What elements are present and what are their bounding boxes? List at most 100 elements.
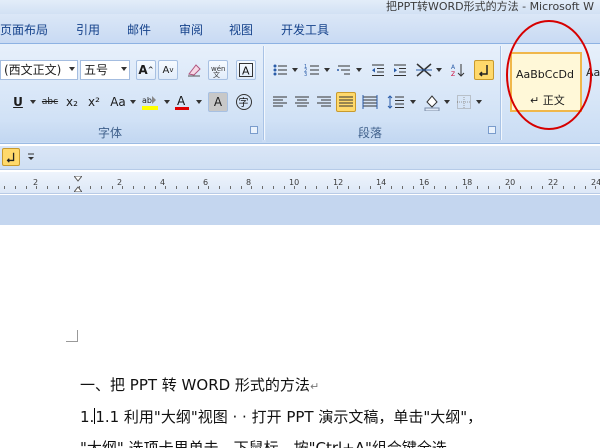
ruler-tick	[187, 186, 188, 189]
svg-text:A: A	[177, 94, 186, 108]
align-right-icon[interactable]	[314, 92, 334, 112]
doc-heading[interactable]: 一、把 PPT 转 WORD 形式的方法↵	[80, 374, 319, 395]
svg-text:ab: ab	[142, 96, 152, 105]
svg-text:A: A	[451, 64, 456, 71]
ruler-tick	[359, 186, 360, 189]
ruler-number: 16	[419, 178, 430, 187]
chevron-down-icon	[356, 68, 362, 72]
document-background	[0, 195, 600, 225]
char-border-button[interactable]: A	[236, 60, 256, 80]
doc-paragraph-line-1[interactable]: 1.1.1 利用"大纲"视图 · · 打开 PPT 演示文稿，单击"大纲"，	[80, 406, 482, 427]
font-color-icon[interactable]: A	[172, 92, 192, 112]
ruler-tick	[380, 186, 381, 189]
customize-toolbar-icon[interactable]	[24, 148, 38, 166]
ruler-tick	[466, 186, 467, 189]
tab-view[interactable]: 视图	[229, 21, 253, 38]
grow-font-button[interactable]: A ^	[136, 60, 156, 80]
justify-icon[interactable]	[336, 92, 356, 112]
doc-paragraph-line-2[interactable]: "大纲" 选项卡里单击，下鼠标，按"Ctrl+A"组合键全选	[80, 437, 447, 448]
align-left-icon[interactable]	[270, 92, 290, 112]
indent-marker-icon[interactable]	[72, 175, 84, 193]
tab-mailings[interactable]: 邮件	[127, 21, 151, 38]
ruler-tick	[531, 186, 532, 189]
font-group-label: 字体	[97, 126, 122, 140]
ruler-tick	[198, 186, 199, 189]
change-case-button[interactable]: Aa	[108, 92, 128, 112]
numbering-icon[interactable]: 123	[302, 60, 322, 80]
tab-page-layout[interactable]: 页面布局	[0, 21, 48, 38]
ruler-tick	[112, 186, 113, 189]
ruler-tick	[176, 186, 177, 189]
ruler-tick	[552, 186, 553, 189]
ruler-tick	[101, 186, 102, 189]
clear-format-icon[interactable]	[184, 60, 204, 80]
tab-review[interactable]: 审阅	[179, 21, 203, 38]
tab-references[interactable]: 引用	[76, 21, 100, 38]
chevron-down-icon	[196, 100, 202, 104]
chevron-down-icon	[30, 100, 36, 104]
ruler-tick	[262, 186, 263, 189]
ruler-number: 22	[548, 178, 559, 187]
bullets-icon[interactable]	[270, 60, 290, 80]
quick-access-toolbar	[0, 146, 600, 170]
chevron-down-icon	[121, 67, 127, 71]
margin-corner-mark	[66, 330, 78, 342]
ruler-tick	[26, 186, 27, 189]
decrease-indent-icon[interactable]	[368, 60, 388, 80]
strikethrough-button[interactable]: abc	[40, 92, 60, 112]
highlight-color-icon[interactable]: ab	[140, 92, 160, 112]
asian-layout-icon[interactable]	[414, 60, 434, 80]
chevron-down-icon	[436, 68, 442, 72]
subscript-button[interactable]: x₂	[62, 92, 82, 112]
underline-button[interactable]: U	[8, 92, 28, 112]
font-size-value: 五号	[84, 63, 109, 77]
svg-text:3: 3	[304, 72, 307, 78]
multilevel-list-icon[interactable]	[334, 60, 354, 80]
show-formatting-marks-icon[interactable]	[2, 148, 20, 166]
ruler-tick	[456, 186, 457, 189]
font-dialog-launcher[interactable]	[250, 126, 258, 134]
align-center-icon[interactable]	[292, 92, 312, 112]
borders-icon[interactable]	[454, 92, 474, 112]
ruler-tick	[445, 186, 446, 189]
show-formatting-marks-icon[interactable]	[474, 60, 494, 80]
superscript-button[interactable]: x²	[84, 92, 104, 112]
phonetic-guide-icon[interactable]: wén 文	[208, 60, 228, 80]
sort-icon[interactable]: AZ	[448, 60, 468, 80]
font-group-footer	[0, 122, 262, 142]
ruler-tick	[370, 186, 371, 189]
ruler-tick	[305, 186, 306, 189]
font-name-combo[interactable]: (西文正文)	[0, 60, 78, 80]
window-title: 把PPT转WORD形式的方法 - Microsoft W	[385, 0, 594, 13]
distributed-icon[interactable]	[360, 92, 380, 112]
ruler-tick	[69, 186, 70, 189]
shrink-font-button[interactable]: Av	[158, 60, 178, 80]
horizontal-ruler[interactable]: 2 2 4 6 8 10 12 14 16 18 20 22 24	[0, 172, 600, 194]
chevron-down-icon	[69, 67, 75, 71]
ruler-tick	[90, 186, 91, 189]
chevron-down-icon	[476, 100, 482, 104]
ruler-tick	[316, 186, 317, 189]
group-divider	[500, 46, 501, 140]
ruler-tick	[122, 186, 123, 189]
ruler-tick	[563, 186, 564, 189]
line-spacing-icon[interactable]	[386, 92, 406, 112]
ruler-tick	[327, 186, 328, 189]
chevron-down-icon	[130, 100, 136, 104]
shading-icon[interactable]	[422, 92, 442, 112]
ruler-tick	[133, 186, 134, 189]
tab-developer[interactable]: 开发工具	[281, 21, 329, 38]
ruler-tick	[284, 186, 285, 189]
font-size-combo[interactable]: 五号	[80, 60, 130, 80]
group-divider	[263, 46, 264, 140]
increase-indent-icon[interactable]	[390, 60, 410, 80]
char-shading-button[interactable]: A	[208, 92, 228, 112]
paragraph-dialog-launcher[interactable]	[488, 126, 496, 134]
ruler-tick	[208, 186, 209, 189]
svg-text:Z: Z	[451, 71, 455, 78]
ruler-tick	[58, 186, 59, 189]
svg-text:A: A	[242, 65, 250, 78]
ruler-tick	[434, 186, 435, 189]
ruler-tick	[219, 186, 220, 189]
enclose-char-icon[interactable]: 字	[234, 92, 254, 112]
